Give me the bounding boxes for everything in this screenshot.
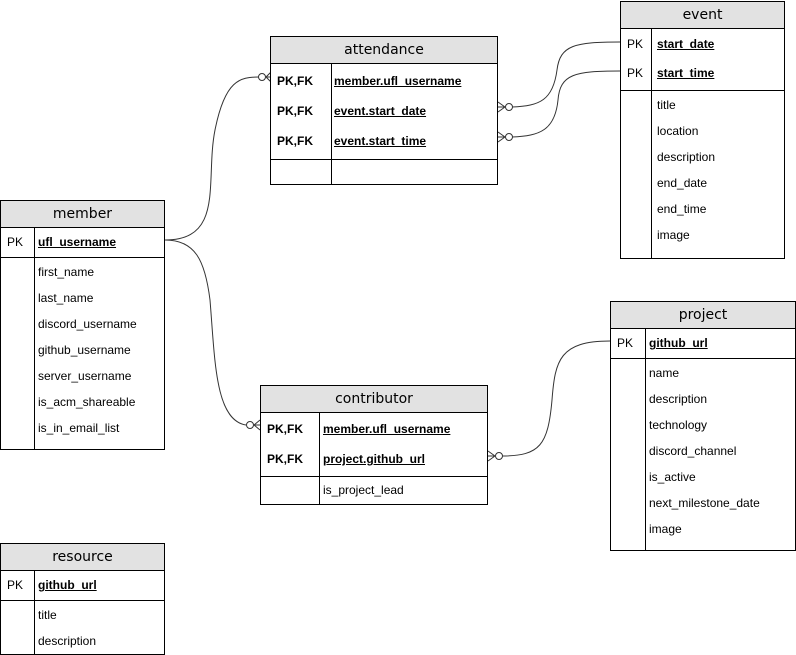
entity-resource[interactable]: resource PK github_url title description <box>0 543 165 655</box>
field-github-url: github_url <box>649 336 708 350</box>
field-ufl-username: ufl_username <box>38 235 117 249</box>
entity-project[interactable]: project PK github_url name description te… <box>610 301 796 551</box>
field-is-project-lead: is_project_lead <box>323 483 404 497</box>
key-label: PK,FK <box>277 74 313 88</box>
entity-contributor[interactable]: contributor PK,FK member.ufl_username PK,… <box>260 385 488 505</box>
field-project-github-url: project.github_url <box>323 452 425 466</box>
entity-title: event <box>621 2 784 29</box>
rel-project-contributor <box>501 340 611 457</box>
field-is-in-email-list: is_in_email_list <box>38 421 120 435</box>
entity-title: project <box>611 302 795 329</box>
field-member-ufl-username: member.ufl_username <box>334 74 462 88</box>
entity-title: member <box>1 201 164 228</box>
field-title: title <box>657 98 676 112</box>
field-end-date: end_date <box>657 176 708 190</box>
field-is-acm-shareable: is_acm_shareable <box>38 395 136 409</box>
crowfoot-icon <box>487 450 496 462</box>
field-description: description <box>657 150 716 164</box>
field-end-time: end_time <box>657 202 707 216</box>
field-name: name <box>649 366 680 380</box>
key-label: PK,FK <box>267 452 303 466</box>
field-description: description <box>649 392 708 406</box>
field-discord-username: discord_username <box>38 317 137 331</box>
field-title: title <box>38 608 57 622</box>
zero-marker <box>495 452 503 460</box>
field-description: description <box>38 634 97 648</box>
field-location: location <box>657 124 699 138</box>
key-label: PK <box>617 336 634 350</box>
zero-marker <box>246 421 254 429</box>
zero-marker <box>505 103 513 111</box>
field-next-milestone-date: next_milestone_date <box>649 496 760 510</box>
rel-event-date <box>511 41 621 108</box>
entity-attendance[interactable]: attendance PK,FK member.ufl_username PK,F… <box>270 36 498 185</box>
field-last-name: last_name <box>38 291 94 305</box>
field-start-time: start_time <box>657 66 715 80</box>
rel-event-time <box>511 70 621 138</box>
field-first-name: first_name <box>38 265 95 279</box>
entity-title: attendance <box>271 37 497 64</box>
key-label: PK <box>627 66 644 80</box>
field-technology: technology <box>649 418 708 432</box>
entity-member[interactable]: member PK ufl_username first_name last_na… <box>0 200 165 450</box>
field-github-username: github_username <box>38 343 131 357</box>
field-image: image <box>657 228 690 242</box>
entity-title: resource <box>1 544 164 571</box>
rel-member-contributor <box>164 239 247 426</box>
field-discord-channel: discord_channel <box>649 444 737 458</box>
key-label: PK,FK <box>277 104 313 118</box>
field-event-start-time: event.start_time <box>334 134 427 148</box>
zero-marker <box>258 73 266 81</box>
field-is-active: is_active <box>649 470 696 484</box>
entity-title: contributor <box>261 386 487 413</box>
key-label: PK <box>7 578 24 592</box>
zero-marker <box>505 133 513 141</box>
field-member-ufl-username: member.ufl_username <box>323 422 451 436</box>
field-server-username: server_username <box>38 369 132 383</box>
key-label: PK,FK <box>277 134 313 148</box>
key-label: PK <box>7 235 24 249</box>
field-github-url: github_url <box>38 578 97 592</box>
field-start-date: start_date <box>657 37 715 51</box>
key-label: PK <box>627 37 644 51</box>
crowfoot-icon <box>497 101 506 113</box>
key-label: PK,FK <box>267 422 303 436</box>
crowfoot-icon <box>497 131 506 143</box>
entity-event[interactable]: event PK start_date PK start_time title lo… <box>620 1 785 259</box>
field-event-start-date: event.start_date <box>334 104 427 118</box>
rel-member-attendance <box>164 76 260 241</box>
field-image: image <box>649 522 682 536</box>
